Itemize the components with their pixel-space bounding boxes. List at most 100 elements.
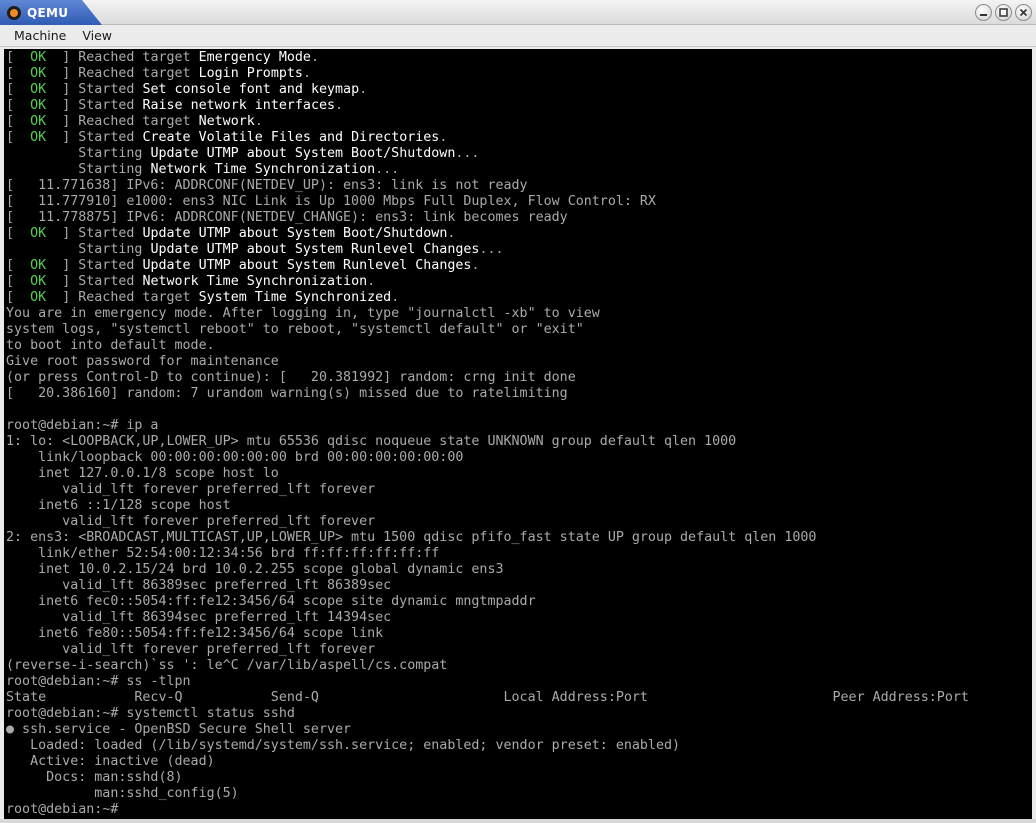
terminal-text: State Recv-Q Send-Q Local Address:Port P… bbox=[6, 690, 969, 705]
ok-status: OK bbox=[30, 258, 47, 273]
terminal-text: ] Reached target bbox=[46, 50, 199, 65]
terminal-line: Loaded: loaded (/lib/systemd/system/ssh.… bbox=[6, 738, 1030, 754]
terminal-text: Network Time Synchronization bbox=[150, 162, 376, 177]
terminal-line: [ OK ] Started Raise network interfaces. bbox=[6, 98, 1030, 114]
terminal-text: ] Started bbox=[46, 130, 143, 145]
terminal-text: Starting bbox=[6, 242, 151, 257]
terminal-line: root@debian:~# bbox=[6, 802, 1030, 818]
terminal-text: Raise network interfaces bbox=[142, 98, 336, 113]
terminal-text: root@debian:~# bbox=[6, 802, 119, 817]
terminal-line: Give root password for maintenance bbox=[6, 354, 1030, 370]
title-tab: QEMU bbox=[0, 0, 102, 25]
terminal-text: System Time Synchronized bbox=[198, 290, 392, 305]
terminal-text: . bbox=[310, 50, 319, 65]
terminal-text: Starting bbox=[6, 146, 151, 161]
terminal-line: valid_lft 86389sec preferred_lft 86389se… bbox=[6, 578, 1030, 594]
terminal-line: system logs, "systemctl reboot" to reboo… bbox=[6, 322, 1030, 338]
ok-status: OK bbox=[30, 130, 47, 145]
terminal-text: ... bbox=[479, 242, 504, 257]
terminal-text: to boot into default mode. bbox=[6, 338, 215, 353]
terminal-text: ... bbox=[455, 146, 480, 161]
terminal-text: man:sshd_config(5) bbox=[6, 786, 239, 801]
terminal-line: Starting Update UTMP about System Runlev… bbox=[6, 242, 1030, 258]
terminal-text: Set console font and keymap bbox=[142, 82, 360, 97]
terminal-text: valid_lft forever preferred_lft forever bbox=[6, 482, 376, 497]
terminal-text: Network Time Synchronization bbox=[142, 274, 368, 289]
terminal-text: . bbox=[391, 290, 400, 305]
vm-display[interactable]: [ OK ] Reached target Emergency Mode.[ O… bbox=[4, 49, 1032, 819]
terminal-text: 2: ens3: <BROADCAST,MULTICAST,UP,LOWER_U… bbox=[6, 530, 817, 545]
terminal-line: Starting Update UTMP about System Boot/S… bbox=[6, 146, 1030, 162]
terminal-text: inet6 ::1/128 scope host bbox=[6, 498, 231, 513]
terminal-text: ] Started bbox=[46, 82, 143, 97]
terminal-line: You are in emergency mode. After logging… bbox=[6, 306, 1030, 322]
ok-status: OK bbox=[30, 50, 47, 65]
window-title: QEMU bbox=[27, 5, 69, 20]
terminal-line: [ 11.771638] IPv6: ADDRCONF(NETDEV_UP): … bbox=[6, 178, 1030, 194]
title-bar[interactable]: QEMU bbox=[0, 0, 1036, 25]
terminal-text: valid_lft 86389sec preferred_lft 86389se… bbox=[6, 578, 392, 593]
ok-status: OK bbox=[30, 114, 47, 129]
ok-status: OK bbox=[30, 274, 47, 289]
terminal-text: ● ssh.service - OpenBSD Secure Shell ser… bbox=[6, 722, 352, 737]
terminal-text: Loaded: loaded (/lib/systemd/system/ssh.… bbox=[6, 738, 681, 753]
ok-status: OK bbox=[30, 290, 47, 305]
terminal-text: valid_lft forever preferred_lft forever bbox=[6, 642, 376, 657]
minimize-button[interactable] bbox=[975, 4, 992, 21]
terminal-text: . bbox=[302, 66, 311, 81]
terminal-output[interactable]: [ OK ] Reached target Emergency Mode.[ O… bbox=[6, 50, 1030, 818]
terminal-text: Give root password for maintenance bbox=[6, 354, 279, 369]
terminal-text: ] Reached target bbox=[46, 114, 199, 129]
terminal-line: inet6 ::1/128 scope host bbox=[6, 498, 1030, 514]
terminal-text: Docs: man:sshd(8) bbox=[6, 770, 183, 785]
terminal-line: inet6 fe80::5054:ff:fe12:3456/64 scope l… bbox=[6, 626, 1030, 642]
terminal-text: valid_lft 86394sec preferred_lft 14394se… bbox=[6, 610, 392, 625]
terminal-line: valid_lft 86394sec preferred_lft 14394se… bbox=[6, 610, 1030, 626]
terminal-text: ] Started bbox=[46, 98, 143, 113]
ok-status: OK bbox=[30, 82, 47, 97]
ok-status: OK bbox=[30, 226, 47, 241]
terminal-text: Starting bbox=[6, 162, 151, 177]
terminal-line: inet 10.0.2.15/24 brd 10.0.2.255 scope g… bbox=[6, 562, 1030, 578]
terminal-text: [ bbox=[6, 82, 31, 97]
terminal-text: inet6 fe80::5054:ff:fe12:3456/64 scope l… bbox=[6, 626, 384, 641]
terminal-line: man:sshd_config(5) bbox=[6, 786, 1030, 802]
terminal-text: system logs, "systemctl reboot" to reboo… bbox=[6, 322, 584, 337]
terminal-text: [ 11.777910] e1000: ens3 NIC Link is Up … bbox=[6, 194, 656, 209]
terminal-text: ] Reached target bbox=[46, 66, 199, 81]
terminal-text: ] Started bbox=[46, 274, 143, 289]
terminal-text: You are in emergency mode. After logging… bbox=[6, 306, 600, 321]
terminal-text: (reverse-i-search)`ss ': le^C /var/lib/a… bbox=[6, 658, 448, 673]
terminal-line: (reverse-i-search)`ss ': le^C /var/lib/a… bbox=[6, 658, 1030, 674]
menu-bar: Machine View bbox=[0, 25, 1036, 47]
terminal-text: [ bbox=[6, 130, 31, 145]
close-button[interactable] bbox=[1015, 4, 1032, 21]
terminal-text: (or press Control-D to continue): [ 20.3… bbox=[6, 370, 576, 385]
terminal-text: ] Started bbox=[46, 226, 143, 241]
terminal-text: [ bbox=[6, 226, 31, 241]
maximize-icon bbox=[999, 8, 1008, 17]
menu-machine[interactable]: Machine bbox=[6, 28, 74, 43]
terminal-line: root@debian:~# systemctl status sshd bbox=[6, 706, 1030, 722]
terminal-text: [ bbox=[6, 258, 31, 273]
terminal-line: Docs: man:sshd(8) bbox=[6, 770, 1030, 786]
terminal-line: State Recv-Q Send-Q Local Address:Port P… bbox=[6, 690, 1030, 706]
terminal-line: ● ssh.service - OpenBSD Secure Shell ser… bbox=[6, 722, 1030, 738]
terminal-line: [ 11.777910] e1000: ens3 NIC Link is Up … bbox=[6, 194, 1030, 210]
terminal-line: [ OK ] Reached target Login Prompts. bbox=[6, 66, 1030, 82]
terminal-text: root@debian:~# ip a bbox=[6, 418, 159, 433]
terminal-line: link/loopback 00:00:00:00:00:00 brd 00:0… bbox=[6, 450, 1030, 466]
terminal-line: [ OK ] Reached target Emergency Mode. bbox=[6, 50, 1030, 66]
close-icon bbox=[1019, 8, 1028, 17]
maximize-button[interactable] bbox=[995, 4, 1012, 21]
terminal-text: Update UTMP about System Runlevel Change… bbox=[142, 258, 472, 273]
terminal-line: Active: inactive (dead) bbox=[6, 754, 1030, 770]
terminal-text: inet 10.0.2.15/24 brd 10.0.2.255 scope g… bbox=[6, 562, 504, 577]
terminal-text: ] Started bbox=[46, 258, 143, 273]
terminal-text: link/loopback 00:00:00:00:00:00 brd 00:0… bbox=[6, 450, 464, 465]
terminal-line: [ 20.386160] random: 7 urandom warning(s… bbox=[6, 386, 1030, 402]
terminal-line: [ OK ] Reached target Network. bbox=[6, 114, 1030, 130]
menu-view[interactable]: View bbox=[74, 28, 120, 43]
terminal-text: Emergency Mode bbox=[198, 50, 311, 65]
